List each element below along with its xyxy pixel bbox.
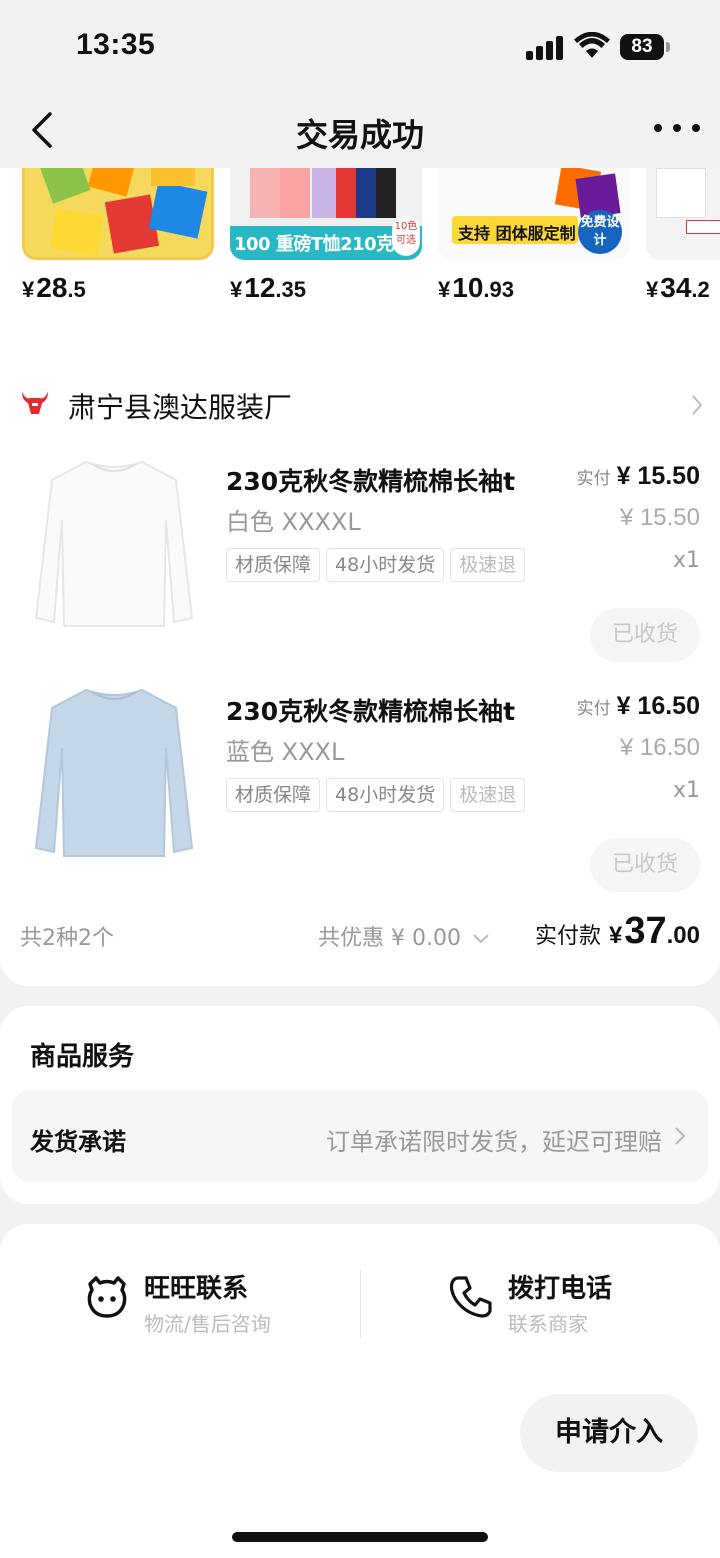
wangwang-contact-button[interactable]: 旺旺联系 物流/售后咨询 [84,1268,334,1348]
service-tag: 材质保障 [226,548,321,582]
rec-item[interactable]: 100 重磅T恤210克 10色可选 ¥12.35 [230,168,422,304]
original-price: ¥ 16.50 [619,734,700,761]
service-tag: 材质保障 [226,778,321,812]
status-time: 13:35 [76,28,156,61]
order-item[interactable]: 230克秋冬款精梳棉长袖t 蓝色 XXXL 材质保障 48小时发货 极速退 实付 ¥ … [0,680,720,910]
total-paid: 实付款 ¥37.00 [534,910,700,952]
shop-name: 肃宁县澳达服装厂 [68,391,293,424]
received-status-button[interactable]: 已收货 [590,608,700,662]
discount-text: 共优惠 ¥ 0.00 [318,926,461,951]
service-title: 商品服务 [30,1042,135,1072]
shipping-promise-label: 发货承诺 [30,1128,126,1156]
shipping-promise-row[interactable]: 发货承诺 订单承诺限时发货，延迟可理赔 [12,1090,708,1182]
service-card: 商品服务 发货承诺 订单承诺限时发货，延迟可理赔 [0,1006,720,1204]
free-design-badge: 免费设计 [578,210,622,254]
rec-price: ¥28.5 [22,272,86,303]
rec-thumbnail [646,168,720,260]
chevron-right-icon [675,1127,686,1145]
rec-price: ¥34.2 [646,272,710,303]
call-phone-button[interactable]: 拨打电话 联系商家 [448,1268,648,1348]
product-image [26,680,202,880]
paid-price: 实付 ¥ 16.50 [576,692,700,720]
original-price: ¥ 15.50 [619,504,700,531]
shop-header[interactable]: 肃宁县澳达服装厂 [0,380,720,430]
home-indicator [232,1532,488,1542]
rec-price: ¥10.93 [438,272,514,303]
discount-toggle[interactable]: 共优惠 ¥ 0.00 [318,920,490,952]
received-status-button[interactable]: 已收货 [590,838,700,892]
rec-thumbnail: 100 重磅T恤210克 10色可选 [230,168,422,260]
paid-price: 实付 ¥ 15.50 [576,462,700,490]
product-title: 230克秋冬款精梳棉长袖t [226,467,516,496]
cellular-signal-icon [526,36,564,60]
chevron-right-icon [692,395,703,415]
service-tag: 48小时发货 [326,548,445,582]
service-tags: 材质保障 48小时发货 极速退 [226,778,548,814]
product-title: 230克秋冬款精梳棉长袖t [226,697,516,726]
phone-title: 拨打电话 [508,1274,613,1304]
order-item[interactable]: 230克秋冬款精梳棉长袖t 白色 XXXXL 材质保障 48小时发货 极速退 实付 ¥… [0,450,720,680]
order-card: 肃宁县澳达服装厂 230克秋冬款精梳棉长袖t 白色 XXXXL 材质保障 48小时… [0,340,720,986]
quantity: x1 [672,548,700,573]
recommendation-strip: ¥28.5 100 重磅T恤210克 10色可选 ¥12.35 支持 团体服定制… [0,168,720,340]
rec-banner: 100 重磅T恤210克 [234,234,394,255]
phone-subtitle: 联系商家 [508,1312,588,1336]
wangwang-title: 旺旺联系 [144,1274,249,1304]
contact-card: 旺旺联系 物流/售后咨询 拨打电话 联系商家 申请介入 [0,1224,720,1558]
wifi-icon [574,32,610,58]
status-bar: 13:35 83 [0,0,720,96]
chevron-down-icon [473,934,489,944]
shop-bull-logo-icon [22,392,48,414]
service-tag: 48小时发货 [326,778,445,812]
more-options-icon[interactable] [654,120,700,136]
rec-price: ¥12.35 [230,272,306,303]
rec-thumbnail [22,168,214,260]
item-count: 共2种2个 [20,926,114,951]
battery-icon: 83 [620,34,670,60]
wangwang-chat-icon [87,1276,127,1318]
product-spec: 蓝色 XXXL [226,738,345,766]
quantity: x1 [672,778,700,803]
product-image [26,450,202,650]
rec-item[interactable]: 支持 团体服定制 免费设计 ¥10.93 [438,168,630,304]
service-tags: 材质保障 48小时发货 极速退 [226,548,548,584]
rec-thumbnail: 支持 团体服定制 免费设计 [438,168,630,260]
divider [360,1270,361,1338]
shipping-promise-value: 订单承诺限时发货，延迟可理赔 [326,1128,662,1156]
product-spec: 白色 XXXXL [226,508,361,536]
page-title: 交易成功 [295,116,424,154]
apply-intervention-button[interactable]: 申请介入 [520,1394,698,1472]
phone-icon [449,1276,492,1318]
rec-colors-badge: 10色可选 [392,216,420,256]
battery-level: 83 [620,34,664,60]
order-summary: 共2种2个 共优惠 ¥ 0.00 实付款 ¥37.00 [0,910,720,960]
service-tag: 极速退 [450,548,526,582]
rec-banner: 支持 团体服定制 [458,224,576,243]
nav-bar: 交易成功 [0,96,720,168]
rec-item[interactable]: ¥28.5 [22,168,214,304]
wangwang-subtitle: 物流/售后咨询 [144,1312,271,1336]
rec-item[interactable]: ¥34.2 [646,168,720,304]
service-tag: 极速退 [450,778,526,812]
